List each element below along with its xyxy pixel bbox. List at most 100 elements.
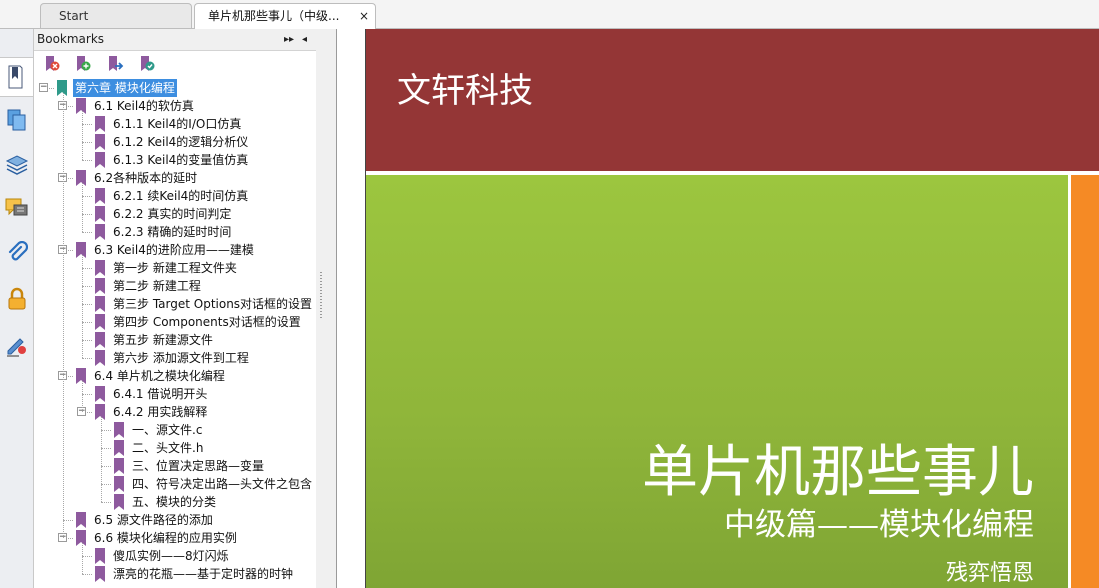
bookmark-item[interactable]: 6.2.3 精确的延时时间: [34, 223, 316, 241]
bookmarks-toolbar: [34, 51, 316, 75]
tree-connector: [82, 322, 92, 323]
bookmark-item[interactable]: 二、头文件.h: [34, 439, 316, 457]
bookmarks-panel-title: Bookmarks: [37, 32, 105, 46]
add-bookmark-icon[interactable]: [74, 55, 92, 73]
tree-guide-line: [82, 543, 83, 574]
bookmark-item[interactable]: 第一步 新建工程文件夹: [34, 259, 316, 277]
signatures-icon[interactable]: [5, 333, 29, 357]
book-subtitle: 中级篇——模块化编程: [724, 507, 1034, 543]
bookmark-icon: [114, 422, 124, 438]
tree-guide-line: [82, 183, 83, 232]
bookmark-item[interactable]: 第二步 新建工程: [34, 277, 316, 295]
bookmark-icon: [114, 458, 124, 474]
document-viewer[interactable]: 文轩科技 单片机那些事儿 中级篇——模块化编程 残弈悟恩: [336, 29, 1099, 588]
bookmark-item[interactable]: 第四步 Components对话框的设置: [34, 313, 316, 331]
tree-guide-line: [82, 255, 83, 358]
layers-icon[interactable]: [5, 153, 29, 177]
bookmark-properties-icon[interactable]: [138, 55, 156, 73]
security-icon[interactable]: [5, 287, 29, 311]
tree-connector: [82, 214, 92, 215]
bookmark-item[interactable]: 傻瓜实例——8灯闪烁: [34, 547, 316, 565]
bookmark-item[interactable]: 6.1.3 Keil4的变量值仿真: [34, 151, 316, 169]
bookmark-label: 五、模块的分类: [132, 495, 217, 509]
bookmark-item[interactable]: −6.4 单片机之模块化编程: [34, 367, 316, 385]
navigation-pane-strip: [0, 29, 34, 588]
bookmarks-panel: Bookmarks ▸▸ ◂ − 第六章 模块化编程 −6.1 Keil4的软仿真 6…: [34, 29, 316, 588]
pages-icon[interactable]: [5, 108, 29, 132]
move-bookmark-icon[interactable]: [106, 55, 124, 73]
cover-green-panel: 单片机那些事儿 中级篇——模块化编程 残弈悟恩: [366, 175, 1068, 588]
tree-connector: [82, 160, 92, 161]
bookmark-label: 6.1.3 Keil4的变量值仿真: [113, 153, 249, 167]
collapse-toggle-icon[interactable]: −: [39, 83, 48, 92]
panel-options-icon[interactable]: ▸▸: [284, 29, 294, 50]
panel-splitter[interactable]: [316, 29, 336, 588]
bookmark-icon: [95, 548, 105, 564]
bookmark-label: 傻瓜实例——8灯闪烁: [113, 549, 229, 563]
bookmark-item[interactable]: 三、位置决定思路—变量: [34, 457, 316, 475]
bookmark-item[interactable]: 第五步 新建源文件: [34, 331, 316, 349]
bookmark-item[interactable]: −6.3 Keil4的进阶应用——建模: [34, 241, 316, 259]
bookmark-icon: [95, 332, 105, 348]
bookmark-item[interactable]: −6.1 Keil4的软仿真: [34, 97, 316, 115]
bookmark-icon: [114, 440, 124, 456]
document-page: 文轩科技 单片机那些事儿 中级篇——模块化编程 残弈悟恩: [365, 29, 1099, 588]
bookmark-label: 四、符号决定出路—头文件之包含: [132, 477, 313, 491]
tab-close-icon[interactable]: ×: [359, 4, 369, 28]
tab-start[interactable]: Start: [40, 3, 192, 28]
attachments-icon[interactable]: [5, 241, 29, 265]
tab-bar: Start 单片机那些事儿（中级... ×: [0, 0, 1099, 29]
collapse-panel-icon[interactable]: ◂: [302, 29, 307, 50]
bookmark-item[interactable]: 漂亮的花瓶——基于定时器的时钟: [34, 565, 316, 583]
bookmark-item[interactable]: 6.1.2 Keil4的逻辑分析仪: [34, 133, 316, 151]
book-title: 单片机那些事儿: [642, 440, 1034, 505]
bookmark-item[interactable]: 6.4.1 借说明开头: [34, 385, 316, 403]
bookmark-item[interactable]: 第六步 添加源文件到工程: [34, 349, 316, 367]
bookmark-icon: [95, 404, 105, 420]
bookmark-icon: [95, 296, 105, 312]
bookmark-item[interactable]: 一、源文件.c: [34, 421, 316, 439]
bookmark-label: 6.1.1 Keil4的I/O口仿真: [113, 117, 242, 131]
bookmark-label: 6.3 Keil4的进阶应用——建模: [94, 243, 254, 257]
company-name: 文轩科技: [397, 71, 533, 111]
bookmark-label: 6.1 Keil4的软仿真: [94, 99, 194, 113]
bookmark-item[interactable]: 6.2.2 真实的时间判定: [34, 205, 316, 223]
bookmark-item[interactable]: −6.2各种版本的延时: [34, 169, 316, 187]
bookmark-icon: [95, 260, 105, 276]
delete-bookmark-icon[interactable]: [43, 55, 61, 73]
bookmark-icon: [95, 314, 105, 330]
tree-connector: [63, 520, 73, 521]
tree-connector: [101, 466, 111, 467]
comments-icon[interactable]: [5, 197, 29, 221]
bookmark-label: 6.4 单片机之模块化编程: [94, 369, 225, 383]
bookmark-icon: [95, 278, 105, 294]
bookmark-icon: [76, 368, 86, 384]
bookmarks-icon[interactable]: [0, 57, 33, 97]
tree-guide-line: [101, 417, 102, 502]
bookmark-item[interactable]: 第三步 Target Options对话框的设置: [34, 295, 316, 313]
tree-connector: [82, 286, 92, 287]
tree-connector: [82, 232, 92, 233]
bookmark-item[interactable]: 6.5 源文件路径的添加: [34, 511, 316, 529]
tree-connector: [82, 196, 92, 197]
splitter-grip[interactable]: [320, 272, 322, 320]
bookmark-item[interactable]: −6.4.2 用实践解释: [34, 403, 316, 421]
bookmark-item[interactable]: − 第六章 模块化编程: [34, 79, 316, 97]
bookmark-icon: [76, 512, 86, 528]
bookmark-label: 6.4.2 用实践解释: [113, 405, 208, 419]
bookmark-item[interactable]: 6.2.1 续Keil4的时间仿真: [34, 187, 316, 205]
tab-document[interactable]: 单片机那些事儿（中级... ×: [194, 3, 376, 29]
bookmark-icon: [114, 494, 124, 510]
bookmark-item[interactable]: 四、符号决定出路—头文件之包含: [34, 475, 316, 493]
bookmark-label: 6.6 模块化编程的应用实例: [94, 531, 237, 545]
tab-document-label: 单片机那些事儿（中级...: [208, 9, 340, 23]
bookmark-item[interactable]: 6.1.1 Keil4的I/O口仿真: [34, 115, 316, 133]
cover-banner: 文轩科技: [366, 29, 1099, 171]
bookmark-icon: [95, 206, 105, 222]
bookmark-item[interactable]: −6.6 模块化编程的应用实例: [34, 529, 316, 547]
bookmark-label: 6.2.3 精确的延时时间: [113, 225, 232, 239]
tree-connector: [82, 268, 92, 269]
bookmark-label: 6.5 源文件路径的添加: [94, 513, 213, 527]
bookmark-label: 第五步 新建源文件: [113, 333, 213, 347]
bookmark-item[interactable]: 五、模块的分类: [34, 493, 316, 511]
